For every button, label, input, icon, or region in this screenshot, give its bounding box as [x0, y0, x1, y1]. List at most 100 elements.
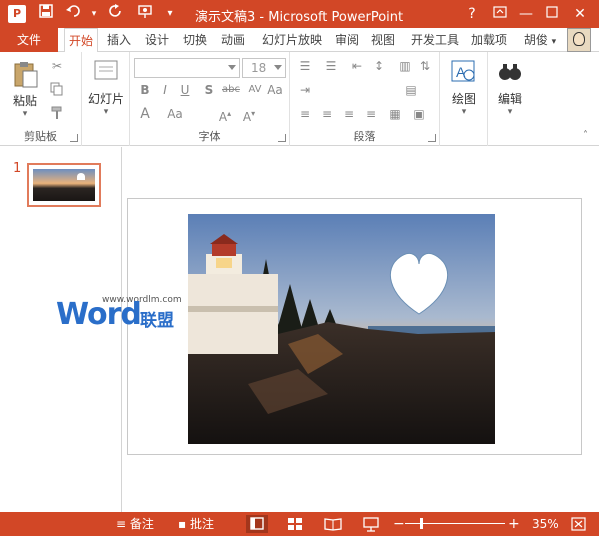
cut-icon[interactable]: ✂: [48, 58, 66, 74]
slides-group: 幻灯片 ▾: [82, 52, 130, 146]
editing-dropdown-icon: ▾: [507, 107, 513, 117]
tab-animations[interactable]: 动画: [218, 28, 248, 52]
align-right-icon[interactable]: ≡: [340, 106, 358, 122]
editing-button[interactable]: 编辑 ▾: [490, 58, 530, 117]
save-icon[interactable]: [36, 4, 56, 24]
collapse-ribbon-icon[interactable]: ˄: [583, 130, 588, 141]
tab-view[interactable]: 视图: [368, 28, 398, 52]
text-direction-icon[interactable]: ⇅: [416, 58, 434, 74]
zoom-slider-thumb[interactable]: [420, 518, 423, 529]
columns-icon[interactable]: ▥: [396, 58, 414, 74]
ribbon-display-options-icon[interactable]: [488, 2, 512, 26]
drawing-dropdown-icon: ▾: [461, 107, 467, 117]
watermark-word: Word: [56, 297, 142, 332]
format-painter-icon[interactable]: [48, 106, 66, 122]
bullets-icon[interactable]: ☰: [296, 58, 314, 74]
shadow-icon[interactable]: S: [200, 82, 218, 98]
tab-design[interactable]: 设计: [142, 28, 172, 52]
paste-button[interactable]: 粘贴 ▾: [6, 60, 44, 119]
slide-number: 1: [13, 161, 22, 176]
zoom-level[interactable]: 35%: [532, 512, 559, 536]
line-spacing-icon[interactable]: ↕: [370, 58, 388, 74]
tab-review[interactable]: 审阅: [332, 28, 362, 52]
lighthouse-photo[interactable]: [188, 214, 495, 444]
increase-font-size-icon[interactable]: A▴: [216, 106, 234, 124]
undo-dropdown-icon[interactable]: ▾: [84, 4, 104, 24]
font-color-icon[interactable]: A: [136, 106, 154, 122]
redo-icon[interactable]: [106, 4, 126, 24]
slide-sorter-view-icon[interactable]: [284, 515, 306, 533]
align-text-icon[interactable]: ▤: [402, 82, 420, 98]
strikethrough-icon[interactable]: abc: [222, 82, 240, 98]
smartart-convert-icon[interactable]: ▣: [410, 106, 428, 122]
watermark-cn: 联盟: [140, 311, 174, 331]
slideshow-view-icon[interactable]: [360, 515, 382, 533]
tab-file[interactable]: 文件: [0, 28, 58, 52]
undo-icon[interactable]: [64, 4, 84, 24]
paste-label: 粘贴: [12, 94, 37, 108]
close-icon[interactable]: ✕: [568, 2, 592, 26]
notes-button[interactable]: ≡ 备注: [116, 512, 154, 536]
align-center-icon[interactable]: ≡: [318, 106, 336, 122]
align-left-icon[interactable]: ≡: [296, 106, 314, 122]
bold-icon[interactable]: B: [136, 82, 154, 98]
slide-thumbnail[interactable]: [27, 163, 101, 207]
tab-insert[interactable]: 插入: [104, 28, 134, 52]
distributed-icon[interactable]: ▦: [386, 106, 404, 122]
customize-qa-icon[interactable]: ▾: [160, 4, 180, 24]
present-icon[interactable]: [136, 4, 156, 24]
zoom-out-icon[interactable]: −: [393, 512, 405, 536]
zoom-in-icon[interactable]: +: [508, 512, 520, 536]
character-spacing-icon[interactable]: AV: [246, 82, 264, 98]
paste-dropdown-icon: ▾: [22, 109, 28, 119]
font-launcher-icon[interactable]: [278, 134, 286, 142]
avatar[interactable]: [567, 28, 591, 52]
font-group-label: 字体: [198, 130, 221, 143]
drawing-label: 绘图: [451, 92, 476, 106]
fit-to-window-icon[interactable]: [568, 515, 590, 533]
new-slide-dropdown-icon: ▾: [103, 107, 109, 117]
tab-addins[interactable]: 加载项: [468, 28, 510, 52]
reading-view-icon[interactable]: [322, 515, 344, 533]
comments-label: 批注: [189, 517, 214, 531]
minimize-icon[interactable]: —: [514, 2, 538, 26]
clear-formatting-icon[interactable]: Aa: [166, 106, 184, 122]
user-account-menu[interactable]: 胡俊 ▾: [520, 28, 560, 52]
editing-group: 编辑 ▾: [488, 52, 532, 146]
thumbnail-image: [33, 169, 95, 201]
font-size-combo[interactable]: 18: [242, 58, 286, 78]
paragraph-group-label: 段落: [353, 130, 376, 143]
font-group: 18 B I U S abc AV Aa A Aa A▴ A▾ 字体: [130, 52, 290, 146]
numbering-icon[interactable]: ☰: [322, 58, 340, 74]
clipboard-group-label: 剪贴板: [24, 130, 57, 143]
drawing-group: A 绘图 ▾: [440, 52, 488, 146]
notes-label: 备注: [129, 517, 154, 531]
change-case-icon[interactable]: Aa: [266, 82, 284, 98]
new-slide-icon: [91, 58, 121, 86]
ribbon-tabs: 文件 开始 插入 设计 切换 动画 幻灯片放映 审阅 视图 开发工具 加载项 胡…: [0, 28, 599, 53]
tab-slideshow[interactable]: 幻灯片放映: [258, 28, 326, 52]
powerpoint-app-icon[interactable]: P: [8, 5, 26, 23]
new-slide-button[interactable]: 幻灯片 ▾: [85, 58, 127, 117]
copy-icon[interactable]: [48, 82, 66, 98]
comments-icon: ▪: [178, 517, 187, 531]
maximize-icon[interactable]: [540, 2, 564, 26]
tab-transitions[interactable]: 切换: [180, 28, 210, 52]
normal-view-icon[interactable]: [246, 515, 268, 533]
decrease-font-size-icon[interactable]: A▾: [240, 106, 258, 124]
justify-icon[interactable]: ≡: [362, 106, 380, 122]
help-icon[interactable]: ?: [460, 2, 484, 26]
font-name-combo[interactable]: [134, 58, 240, 78]
clipboard-launcher-icon[interactable]: [70, 134, 78, 142]
tab-home[interactable]: 开始: [64, 28, 98, 53]
drawing-button[interactable]: A 绘图 ▾: [444, 58, 484, 117]
paragraph-launcher-icon[interactable]: [428, 134, 436, 142]
comments-button[interactable]: ▪ 批注: [178, 512, 214, 536]
tab-developer[interactable]: 开发工具: [408, 28, 462, 52]
increase-indent-icon[interactable]: ⇥: [296, 82, 314, 98]
underline-icon[interactable]: U: [176, 82, 194, 98]
window-title: 演示文稿3 - Microsoft PowerPoint: [195, 10, 404, 25]
italic-icon[interactable]: I: [156, 82, 174, 98]
decrease-indent-icon[interactable]: ⇤: [348, 58, 366, 74]
font-size-value: 18: [251, 61, 267, 75]
